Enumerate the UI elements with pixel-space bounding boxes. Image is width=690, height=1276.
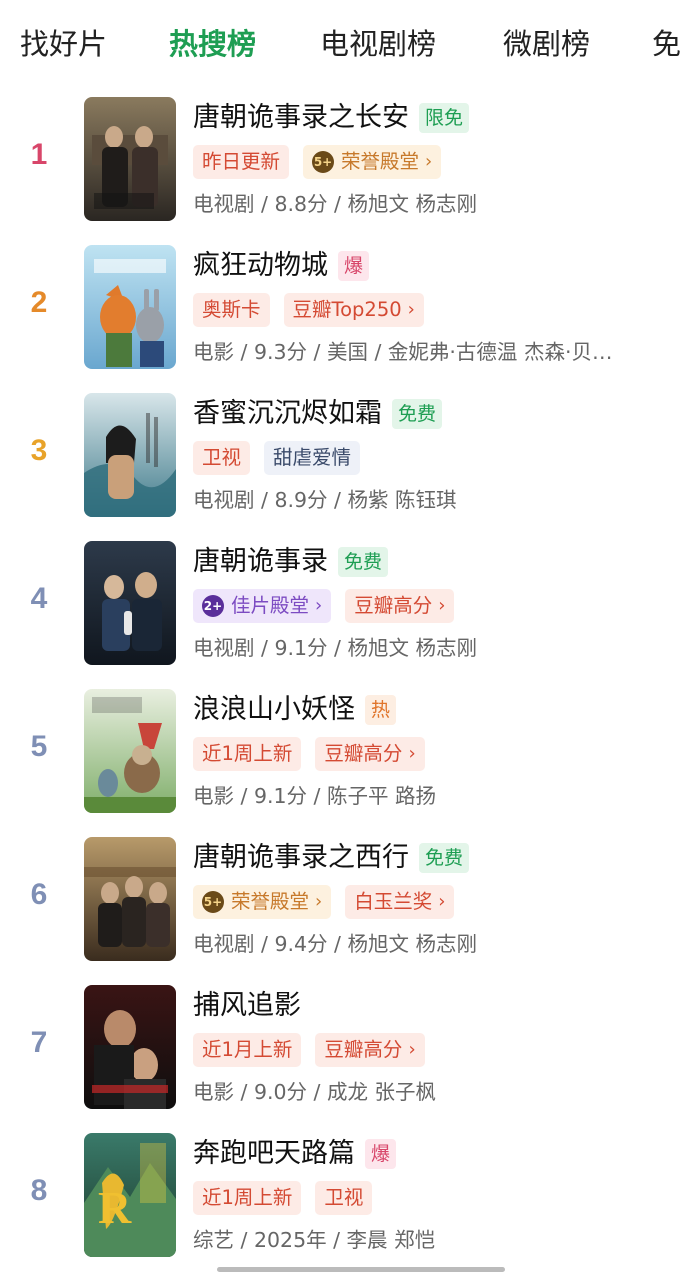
fine-film-hall-tag[interactable]: 2+ 佳片殿堂 › — [193, 589, 332, 623]
douban-high-score-tag[interactable]: 豆瓣高分 › — [315, 737, 425, 771]
tag-label: 豆瓣高分 — [324, 742, 403, 765]
status-badge: 热 — [365, 695, 397, 725]
poster-image[interactable]: R — [84, 1133, 176, 1257]
item-meta: 电视剧 / 9.1分 / 杨旭文 杨志刚 — [193, 636, 477, 660]
medal-icon: 5+ — [312, 151, 335, 173]
rank-number: 5 — [30, 730, 48, 763]
tab-tv-series[interactable]: 电视剧榜 — [320, 24, 436, 64]
item-meta: 电视剧 / 9.4分 / 杨旭文 杨志刚 — [193, 932, 477, 956]
poster-image[interactable] — [84, 97, 176, 221]
item-meta: 电视剧 / 8.9分 / 杨紫 陈钰琪 — [193, 488, 457, 512]
tab-find-good-films[interactable]: 找好片 — [20, 24, 107, 64]
tab-micro-drama[interactable]: 微剧榜 — [503, 24, 590, 64]
tag-label: 豆瓣高分 — [354, 594, 433, 617]
item-title[interactable]: 唐朝诡事录之长安 — [193, 99, 409, 137]
tag-label: 豆瓣Top250 — [292, 298, 402, 321]
douban-top250-tag[interactable]: 豆瓣Top250 › — [283, 293, 424, 327]
tag-label: 荣誉殿堂 — [231, 890, 310, 913]
honor-hall-tag[interactable]: 5+ 荣誉殿堂 › — [193, 885, 332, 919]
svg-text:R: R — [98, 1182, 132, 1233]
tag-label: 昨日更新 — [193, 145, 290, 179]
item-title[interactable]: 捕风追影 — [193, 987, 301, 1025]
tag-label: 佳片殿堂 — [231, 594, 310, 617]
rank-number: 1 — [30, 138, 48, 171]
status-badge: 免费 — [419, 843, 470, 873]
list-item[interactable]: 1 唐朝诡事录之长安 限免 昨日更新 5+ 荣誉殿堂 › 电视剧 / 8.8分 / … — [0, 97, 690, 227]
chevron-right-icon: › — [315, 595, 323, 616]
list-item[interactable]: 4 唐朝诡事录 免费 2+ 佳片殿堂 › 豆瓣高分 › 电视剧 / 9.1分 / 杨旭… — [0, 541, 690, 671]
item-title[interactable]: 浪浪山小妖怪 — [193, 691, 355, 729]
item-title[interactable]: 香蜜沉沉烬如霜 — [193, 395, 382, 433]
rank-number: 3 — [30, 434, 48, 467]
poster-image[interactable] — [84, 689, 176, 813]
list-item[interactable]: 2 疯狂动物城 爆 奥斯卡 豆瓣Top250 › 电影 / 9.3分 / 美国 /… — [0, 245, 690, 375]
rank-number: 8 — [30, 1174, 48, 1207]
status-badge: 免费 — [392, 399, 443, 429]
poster-image[interactable] — [84, 541, 176, 665]
item-meta: 电影 / 9.1分 / 陈子平 路扬 — [193, 784, 436, 808]
poster-image[interactable] — [84, 837, 176, 961]
chevron-right-icon: › — [407, 299, 415, 320]
tag-label: 卫视 — [315, 1181, 373, 1215]
chevron-right-icon: › — [425, 151, 433, 172]
tag-label: 近1周上新 — [193, 1181, 302, 1215]
item-meta: 综艺 / 2025年 / 李晨 郑恺 — [193, 1228, 436, 1252]
chevron-right-icon: › — [408, 1039, 416, 1060]
item-title[interactable]: 奔跑吧天路篇 — [193, 1135, 355, 1173]
poster-image[interactable] — [84, 393, 176, 517]
list-item[interactable]: 5 浪浪山小妖怪 热 近1周上新 豆瓣高分 › 电影 / 9.1分 / 陈子平 路… — [0, 689, 690, 819]
chevron-right-icon: › — [408, 743, 416, 764]
item-meta: 电视剧 / 8.8分 / 杨旭文 杨志刚 — [193, 192, 477, 216]
category-tab-bar: 找好片 热搜榜 电视剧榜 微剧榜 免 — [0, 0, 690, 90]
item-title[interactable]: 疯狂动物城 — [193, 247, 328, 285]
tag-label: 近1周上新 — [193, 737, 302, 771]
status-badge: 免费 — [338, 547, 389, 577]
tag-label: 白玉兰奖 — [354, 890, 433, 913]
tag-label: 奥斯卡 — [193, 293, 270, 327]
douban-high-score-tag[interactable]: 豆瓣高分 › — [345, 589, 455, 623]
rank-number: 4 — [30, 582, 48, 615]
chevron-right-icon: › — [438, 891, 446, 912]
home-indicator[interactable] — [217, 1267, 505, 1272]
item-title[interactable]: 唐朝诡事录 — [193, 543, 328, 581]
tab-free[interactable]: 免 — [652, 24, 681, 64]
poster-image[interactable] — [84, 985, 176, 1109]
tag-label: 甜虐爱情 — [264, 441, 361, 475]
tag-label: 豆瓣高分 — [324, 1038, 403, 1061]
tag-label: 近1月上新 — [193, 1033, 302, 1067]
honor-hall-tag[interactable]: 5+ 荣誉殿堂 › — [303, 145, 442, 179]
tab-hot-search[interactable]: 热搜榜 — [169, 24, 256, 64]
item-title[interactable]: 唐朝诡事录之西行 — [193, 839, 409, 877]
poster-image[interactable] — [84, 245, 176, 369]
tag-label: 荣誉殿堂 — [341, 150, 420, 173]
list-item[interactable]: 6 唐朝诡事录之西行 免费 5+ 荣誉殿堂 › 白玉兰奖 › 电视剧 / 9.4分 /… — [0, 837, 690, 967]
item-meta: 电影 / 9.0分 / 成龙 张子枫 — [193, 1080, 436, 1104]
medal-icon: 2+ — [202, 595, 224, 617]
rank-number: 6 — [30, 878, 48, 911]
item-meta: 电影 / 9.3分 / 美国 / 金妮弗·古德温 杰森·贝… — [193, 340, 613, 364]
douban-high-score-tag[interactable]: 豆瓣高分 › — [315, 1033, 425, 1067]
magnolia-award-tag[interactable]: 白玉兰奖 › — [345, 885, 455, 919]
rank-number: 7 — [30, 1026, 48, 1059]
status-badge: 爆 — [338, 251, 370, 281]
status-badge: 限免 — [419, 103, 470, 133]
medal-icon: 5+ — [202, 891, 224, 913]
list-item[interactable]: 7 捕风追影 近1月上新 豆瓣高分 › 电影 / 9.0分 / 成龙 张子枫 — [0, 985, 690, 1115]
tag-label: 卫视 — [193, 441, 251, 475]
chevron-right-icon: › — [438, 595, 446, 616]
list-item[interactable]: 3 香蜜沉沉烬如霜 免费 卫视 甜虐爱情 电视剧 / 8.9分 / 杨紫 陈钰琪 — [0, 393, 690, 523]
rank-number: 2 — [30, 286, 48, 319]
chevron-right-icon: › — [315, 891, 323, 912]
status-badge: 爆 — [365, 1139, 397, 1169]
list-item[interactable]: 8 R 奔跑吧天路篇 爆 近1周上新 卫视 综艺 / 2025年 / 李晨 郑恺 — [0, 1133, 690, 1263]
